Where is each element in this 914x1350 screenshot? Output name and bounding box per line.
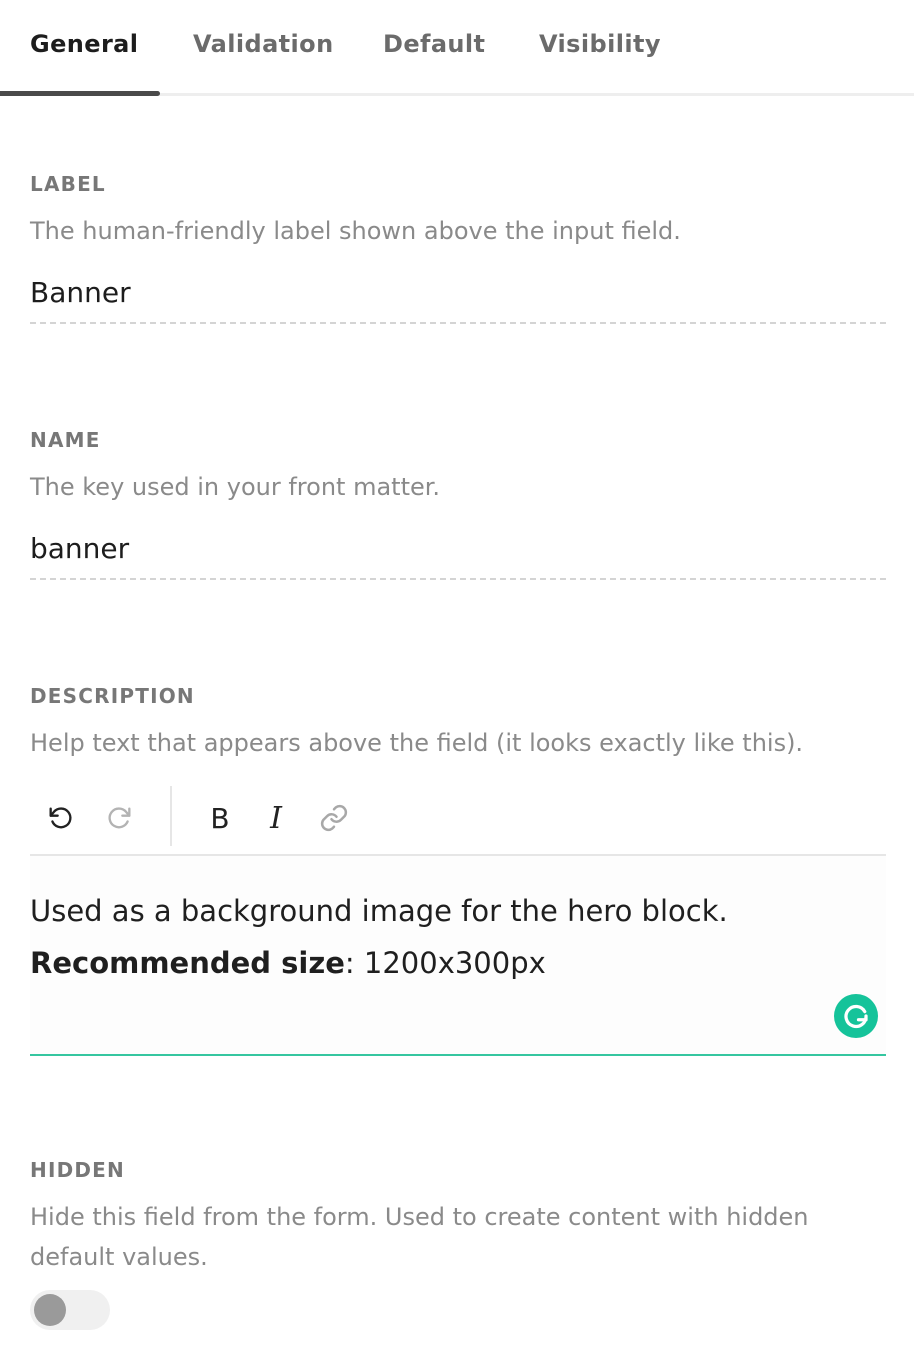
redo-icon xyxy=(108,807,131,829)
tab-visibility[interactable]: Visibility xyxy=(539,30,661,58)
editor-line-2-rest: : 1200x300px xyxy=(344,946,546,980)
bold-button[interactable]: B xyxy=(198,796,242,840)
name-field-title: NAME xyxy=(30,428,101,452)
toolbar-divider xyxy=(170,786,172,846)
grammarly-icon xyxy=(844,1004,868,1029)
editor-line-2: Recommended size: 1200x300px xyxy=(30,946,546,980)
undo-button[interactable] xyxy=(38,796,82,840)
label-input[interactable] xyxy=(30,268,886,324)
description-field-title: DESCRIPTION xyxy=(30,684,195,708)
redo-button[interactable] xyxy=(98,796,142,840)
label-field-help: The human-friendly label shown above the… xyxy=(30,217,681,245)
italic-button[interactable]: I xyxy=(254,796,298,840)
toggle-knob xyxy=(34,1294,66,1326)
editor-bold-text: Recommended size xyxy=(30,946,345,980)
undo-icon xyxy=(49,807,72,829)
tab-default[interactable]: Default xyxy=(383,30,485,58)
name-field-help: The key used in your front matter. xyxy=(30,473,441,501)
hidden-field-help: Hide this field from the form. Used to c… xyxy=(30,1203,809,1271)
hidden-toggle[interactable] xyxy=(30,1290,110,1330)
editor-toolbar: B I xyxy=(30,786,886,856)
label-field-title: LABEL xyxy=(30,172,106,196)
description-field-help: Help text that appears above the field (… xyxy=(30,729,804,757)
grammarly-button[interactable] xyxy=(834,994,878,1038)
tab-validation[interactable]: Validation xyxy=(193,30,334,58)
link-icon xyxy=(320,804,348,832)
name-input[interactable] xyxy=(30,524,886,580)
description-editor[interactable]: Used as a background image for the hero … xyxy=(30,856,886,1056)
editor-line-1: Used as a background image for the hero … xyxy=(30,894,728,928)
hidden-field-title: HIDDEN xyxy=(30,1158,125,1182)
tab-general[interactable]: General xyxy=(30,30,138,58)
link-button[interactable] xyxy=(312,796,356,840)
active-tab-indicator xyxy=(0,91,160,96)
tab-bar: General Validation Default Visibility xyxy=(0,0,914,96)
